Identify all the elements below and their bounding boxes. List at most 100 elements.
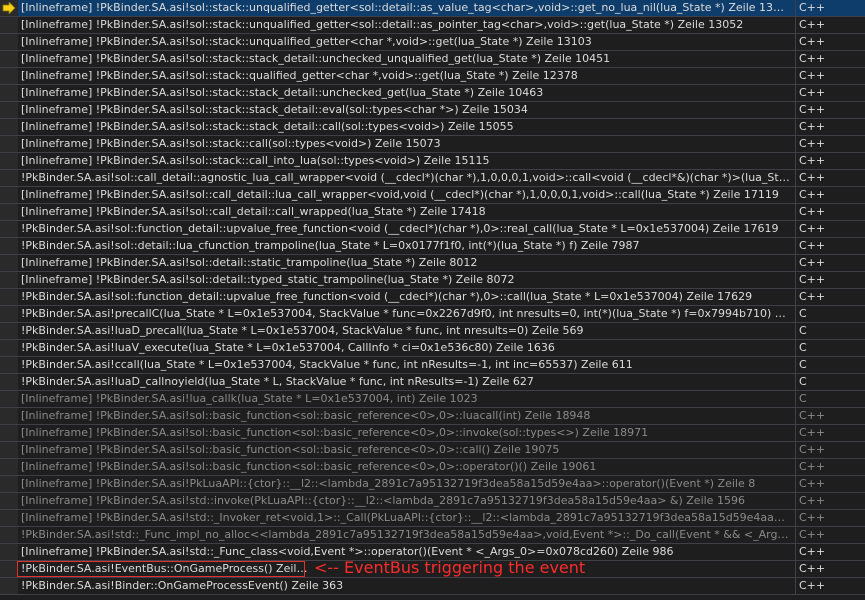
stack-frame-row[interactable]: !PkBinder.SA.asi!ccall(lua_State * L=0x1… [0, 357, 865, 374]
frame-gutter [0, 425, 18, 441]
frame-gutter [0, 459, 18, 475]
stack-frame-row[interactable]: !PkBinder.SA.asi!sol::function_detail::u… [0, 289, 865, 306]
stack-frame-row[interactable]: [Inlineframe] !PkBinder.SA.asi!sol::stac… [0, 153, 865, 170]
frame-gutter [0, 34, 18, 50]
frame-name: !PkBinder.SA.asi!luaD_callnoyield(lua_St… [21, 375, 534, 388]
stack-frame-row[interactable]: !PkBinder.SA.asi!Binder::OnGameProcessEv… [0, 578, 865, 595]
stack-frame-row[interactable]: [Inlineframe] !PkBinder.SA.asi!sol::deta… [0, 272, 865, 289]
frame-name: [Inlineframe] !PkBinder.SA.asi!sol::stac… [21, 120, 514, 133]
frame-language: C++ [795, 17, 863, 33]
stack-frame-row[interactable]: [Inlineframe] !PkBinder.SA.asi!sol::stac… [0, 51, 865, 68]
frame-gutter [0, 255, 18, 271]
stack-frame-row[interactable]: [Inlineframe] !PkBinder.SA.asi!sol::stac… [0, 102, 865, 119]
frame-gutter [0, 374, 18, 390]
stack-frame-row[interactable]: [Inlineframe] !PkBinder.SA.asi!sol::stac… [0, 17, 865, 34]
frame-gutter [0, 493, 18, 509]
frame-gutter [0, 17, 18, 33]
stack-frame-row[interactable]: [Inlineframe] !PkBinder.SA.asi!sol::stac… [0, 85, 865, 102]
stack-frame-row[interactable]: [Inlineframe] !PkBinder.SA.asi!sol::basi… [0, 442, 865, 459]
frame-name: !PkBinder.SA.asi!sol::call_detail::agnos… [21, 171, 791, 184]
stack-frame-row[interactable]: [Inlineframe] !PkBinder.SA.asi!sol::deta… [0, 255, 865, 272]
frame-language: C++ [795, 272, 863, 288]
stack-frame-row[interactable]: !PkBinder.SA.asi!luaD_precall(lua_State … [0, 323, 865, 340]
stack-frame-row[interactable]: [Inlineframe] !PkBinder.SA.asi!lua_callk… [0, 391, 865, 408]
stack-frame-row[interactable]: [Inlineframe] !PkBinder.SA.asi!sol::stac… [0, 136, 865, 153]
frame-gutter [0, 187, 18, 203]
frame-language: C++ [795, 119, 863, 135]
stack-frame-row[interactable]: !PkBinder.SA.asi!precallC(lua_State * L=… [0, 306, 865, 323]
highlight-box [17, 561, 305, 577]
frame-language: C++ [795, 255, 863, 271]
frame-language: C++ [795, 34, 863, 50]
frame-language: C++ [795, 442, 863, 458]
frame-gutter [0, 136, 18, 152]
frame-gutter [0, 561, 18, 577]
stack-frame-row[interactable]: [Inlineframe] !PkBinder.SA.asi!sol::stac… [0, 34, 865, 51]
frame-name: [Inlineframe] !PkBinder.SA.asi!sol::basi… [21, 409, 591, 422]
stack-frame-row[interactable]: [Inlineframe] !PkBinder.SA.asi!sol::basi… [0, 425, 865, 442]
stack-frame-row[interactable]: [Inlineframe] !PkBinder.SA.asi!sol::stac… [0, 68, 865, 85]
stack-frame-row[interactable]: [Inlineframe] !PkBinder.SA.asi!sol::call… [0, 187, 865, 204]
frame-language: C++ [795, 289, 863, 305]
frame-name: [Inlineframe] !PkBinder.SA.asi!sol::stac… [21, 1, 791, 14]
stack-frame-row[interactable]: !PkBinder.SA.asi!sol::call_detail::agnos… [0, 170, 865, 187]
frame-language: C [795, 374, 863, 390]
frame-language: C++ [795, 527, 863, 543]
frame-name: !PkBinder.SA.asi!luaD_precall(lua_State … [21, 324, 584, 337]
frame-gutter [0, 170, 18, 186]
frame-name: [Inlineframe] !PkBinder.SA.asi!sol::stac… [21, 103, 528, 116]
frame-language: C++ [795, 102, 863, 118]
frame-language: C++ [795, 238, 863, 254]
frame-name: [Inlineframe] !PkBinder.SA.asi!sol::deta… [21, 256, 478, 269]
frame-name: [Inlineframe] !PkBinder.SA.asi!sol::deta… [21, 273, 515, 286]
frame-language: C++ [795, 578, 863, 594]
frame-gutter [0, 510, 18, 526]
frame-language: C++ [795, 204, 863, 220]
stack-frame-row[interactable]: !PkBinder.SA.asi!sol::detail::lua_cfunct… [0, 238, 865, 255]
frame-language: C [795, 340, 863, 356]
stack-frame-row[interactable]: !PkBinder.SA.asi!luaV_execute(lua_State … [0, 340, 865, 357]
frame-gutter [0, 306, 18, 322]
frame-name: !PkBinder.SA.asi!Binder::OnGameProcessEv… [21, 579, 344, 592]
frame-language: C++ [795, 493, 863, 509]
frame-name: [Inlineframe] !PkBinder.SA.asi!sol::stac… [21, 52, 611, 65]
frame-language: C++ [795, 425, 863, 441]
frame-gutter [0, 204, 18, 220]
frame-gutter [0, 476, 18, 492]
frame-gutter [0, 340, 18, 356]
frame-name: [Inlineframe] !PkBinder.SA.asi!sol::stac… [21, 137, 441, 150]
frame-language: C++ [795, 85, 863, 101]
frame-gutter [0, 153, 18, 169]
frame-language: C++ [795, 153, 863, 169]
stack-frame-row[interactable]: [Inlineframe] !PkBinder.SA.asi!std::invo… [0, 493, 865, 510]
stack-frame-row[interactable]: [Inlineframe] !PkBinder.SA.asi!sol::stac… [0, 119, 865, 136]
frame-name: [Inlineframe] !PkBinder.SA.asi!sol::stac… [21, 86, 544, 99]
frame-name: [Inlineframe] !PkBinder.SA.asi!sol::basi… [21, 443, 560, 456]
frame-name: [Inlineframe] !PkBinder.SA.asi!sol::basi… [21, 460, 597, 473]
stack-frame-row[interactable]: [Inlineframe] !PkBinder.SA.asi!sol::basi… [0, 459, 865, 476]
stack-frame-row[interactable]: [Inlineframe] !PkBinder.SA.asi!sol::call… [0, 204, 865, 221]
frame-gutter [0, 0, 18, 16]
frame-name: [Inlineframe] !PkBinder.SA.asi!sol::stac… [21, 18, 744, 31]
stack-frame-row[interactable]: !PkBinder.SA.asi!luaD_callnoyield(lua_St… [0, 374, 865, 391]
frame-name: !PkBinder.SA.asi!luaV_execute(lua_State … [21, 341, 555, 354]
stack-frame-row[interactable]: [Inlineframe] !PkBinder.SA.asi!PkLuaAPI:… [0, 476, 865, 493]
frame-language: C++ [795, 0, 863, 16]
frame-name: [Inlineframe] !PkBinder.SA.asi!lua_callk… [21, 392, 478, 405]
stack-frame-row[interactable]: [Inlineframe] !PkBinder.SA.asi!sol::stac… [0, 0, 865, 17]
frame-name: [Inlineframe] !PkBinder.SA.asi!sol::call… [21, 205, 486, 218]
frame-gutter [0, 68, 18, 84]
stack-frame-row[interactable]: [Inlineframe] !PkBinder.SA.asi!std::_Inv… [0, 510, 865, 527]
stack-frame-row[interactable]: [Inlineframe] !PkBinder.SA.asi!sol::basi… [0, 408, 865, 425]
frame-language: C++ [795, 51, 863, 67]
stack-frame-row[interactable]: !PkBinder.SA.asi!EventBus::OnGameProcess… [0, 558, 865, 578]
frame-name: !PkBinder.SA.asi!precallC(lua_State * L=… [21, 307, 791, 320]
frame-language: C [795, 323, 863, 339]
frame-gutter [0, 221, 18, 237]
frame-gutter [0, 391, 18, 407]
frame-name: [Inlineframe] !PkBinder.SA.asi!sol::stac… [21, 69, 578, 82]
stack-frame-row[interactable]: !PkBinder.SA.asi!sol::function_detail::u… [0, 221, 865, 238]
frame-name: !PkBinder.SA.asi!ccall(lua_State * L=0x1… [21, 358, 633, 371]
frame-language: C++ [795, 136, 863, 152]
stack-frame-row[interactable]: !PkBinder.SA.asi!std::_Func_impl_no_allo… [0, 527, 865, 544]
